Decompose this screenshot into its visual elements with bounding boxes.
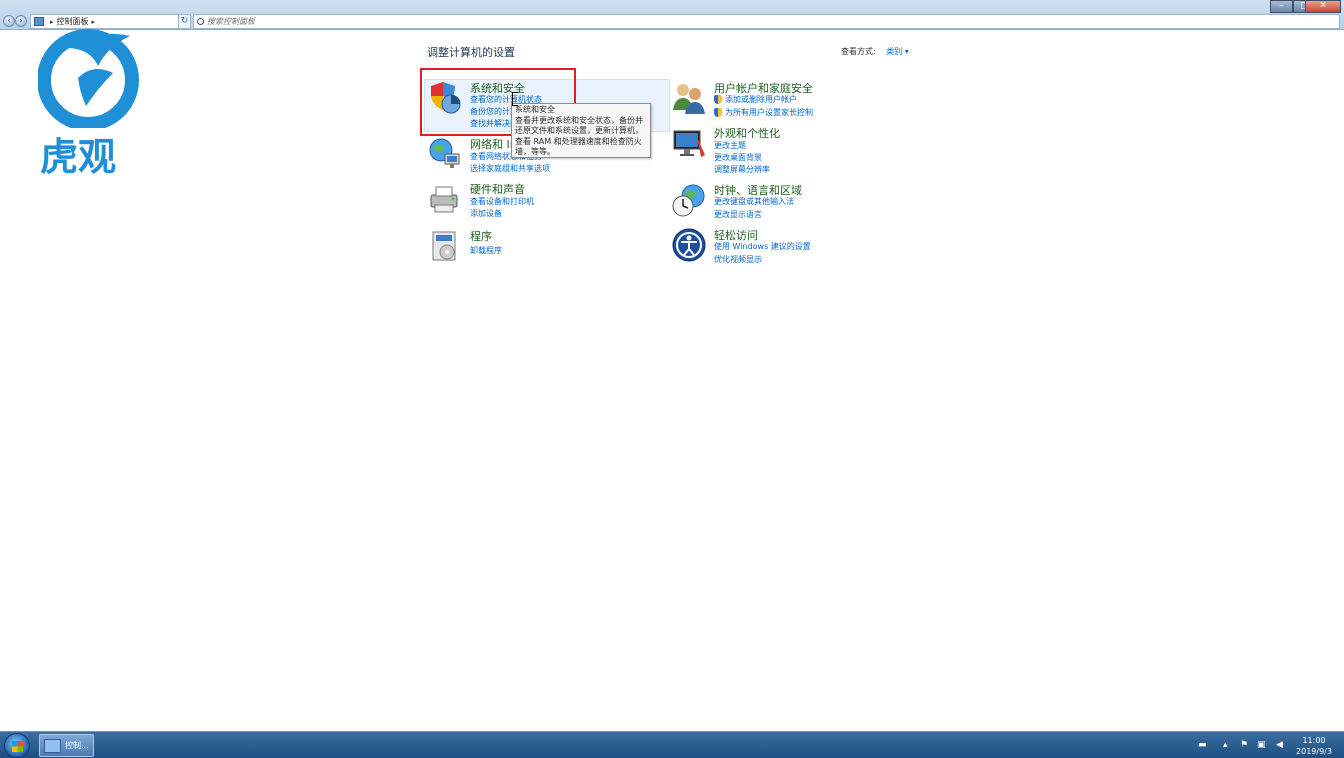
minimize-button[interactable]: –	[1270, 0, 1293, 13]
start-button[interactable]	[4, 733, 30, 758]
category-title[interactable]: 外观和个性化	[714, 125, 780, 141]
clock[interactable]: 11:00 2019/9/3	[1290, 735, 1338, 757]
action-center-icon[interactable]: ⚑	[1240, 740, 1248, 750]
link-devices-printers[interactable]: 查看设备和打印机	[470, 196, 534, 207]
link-add-device[interactable]: 添加设备	[470, 208, 502, 219]
control-panel-icon	[44, 739, 61, 753]
network-icon	[429, 138, 460, 168]
view-by: 查看方式: 类别 ▾	[841, 46, 909, 57]
appearance-icon	[673, 130, 705, 157]
network-tray-icon[interactable]: ▣	[1257, 740, 1266, 750]
tooltip-line: 查看 RAM 和处理器速度和检查防火	[515, 136, 642, 146]
hardware-sound-icon	[430, 186, 458, 213]
tooltip-line: 还原文件和系统设置，更新计算机，	[515, 126, 643, 135]
logo: 虎观	[37, 28, 140, 179]
link-windows-recommended-settings[interactable]: 使用 Windows 建议的设置	[714, 241, 811, 252]
link-change-input-method[interactable]: 更改键盘或其他输入法	[714, 196, 794, 207]
category-hardware-sound[interactable]: 硬件和声音 查看设备和打印机 添加设备	[427, 181, 667, 223]
link-desktop-background[interactable]: 更改桌面背景	[714, 152, 762, 163]
link-display-language[interactable]: 更改显示语言	[714, 209, 762, 220]
uac-shield-icon	[714, 95, 722, 104]
link-add-remove-accounts[interactable]: 添加或删除用户帐户	[714, 94, 797, 105]
tooltip: 系统和安全 查看并更改系统和安全状态，备份并 还原文件和系统设置，更新计算机， …	[511, 103, 651, 158]
link-parental-controls[interactable]: 为所有用户设置家长控制	[714, 107, 813, 118]
clock-language-icon	[672, 184, 705, 217]
window-titlebar: ‹ › ▸ 控制面板 ▸ ▾ ↻ – □ ✕	[0, 0, 1344, 30]
breadcrumb-arrow-icon: ▸	[50, 17, 54, 26]
forward-button[interactable]: ›	[15, 15, 27, 27]
windows-logo-icon	[12, 741, 23, 752]
breadcrumb-arrow-icon[interactable]: ▸	[92, 18, 96, 26]
tooltip-line: 墙，等等。	[515, 147, 555, 156]
address-bar[interactable]: ▸ 控制面板 ▸ ▾	[30, 14, 190, 29]
uac-shield-icon	[714, 108, 722, 117]
category-appearance[interactable]: 外观和个性化 更改主题 更改桌面背景 调整屏幕分辨率	[671, 125, 911, 174]
view-by-dropdown[interactable]: 类别 ▾	[886, 47, 909, 56]
link-optimize-display[interactable]: 优化视频显示	[714, 254, 762, 265]
search-input[interactable]	[207, 16, 607, 27]
tooltip-line: 查看并更改系统和安全状态，备份并	[515, 115, 643, 125]
category-user-accounts[interactable]: 用户帐户和家庭安全 添加或删除用户帐户 为所有用户设置家长控制	[671, 80, 911, 122]
search-box[interactable]	[193, 14, 1340, 29]
link-screen-resolution[interactable]: 调整屏幕分辨率	[714, 164, 770, 175]
user-accounts-icon	[673, 84, 705, 114]
logo-text: 虎观	[40, 135, 117, 179]
link-change-theme[interactable]: 更改主题	[714, 140, 746, 151]
keyboard-icon[interactable]: ▬	[1198, 740, 1207, 750]
control-panel-icon	[34, 17, 44, 26]
search-icon	[197, 18, 204, 25]
category-programs[interactable]: 程序 卸载程序	[427, 228, 667, 270]
text-cursor-icon	[512, 92, 518, 106]
breadcrumb[interactable]: 控制面板	[57, 16, 89, 27]
ease-of-access-icon	[672, 228, 706, 262]
taskbar-app-control-panel[interactable]: 控制...	[39, 734, 94, 757]
taskbar: 控制... ▬ ▴ ⚑ ▣ ◀ 11:00 2019/9/3	[0, 731, 1344, 758]
link-uninstall-program[interactable]: 卸载程序	[470, 245, 502, 256]
clock-time: 11:00	[1302, 736, 1326, 745]
volume-icon[interactable]: ◀	[1276, 740, 1283, 750]
category-title[interactable]: 硬件和声音	[470, 181, 525, 197]
tooltip-title: 系统和安全	[515, 105, 555, 114]
back-button[interactable]: ‹	[3, 15, 15, 27]
page-title: 调整计算机的设置	[427, 46, 515, 59]
link-homegroup[interactable]: 选择家庭组和共享选项	[470, 163, 550, 174]
logo-emblem-icon	[37, 29, 139, 131]
programs-icon	[432, 231, 456, 261]
view-by-label: 查看方式:	[841, 47, 876, 56]
show-hidden-icons-icon[interactable]: ▴	[1223, 740, 1228, 750]
clock-date: 2019/9/3	[1296, 747, 1332, 756]
category-clock-language[interactable]: 时钟、语言和区域 更改键盘或其他输入法 更改显示语言	[671, 182, 911, 224]
close-button[interactable]: ✕	[1305, 0, 1341, 13]
category-title[interactable]: 程序	[470, 228, 492, 244]
refresh-button[interactable]: ↻	[178, 14, 191, 29]
category-ease-of-access[interactable]: 轻松访问 使用 Windows 建议的设置 优化视频显示	[671, 227, 911, 269]
